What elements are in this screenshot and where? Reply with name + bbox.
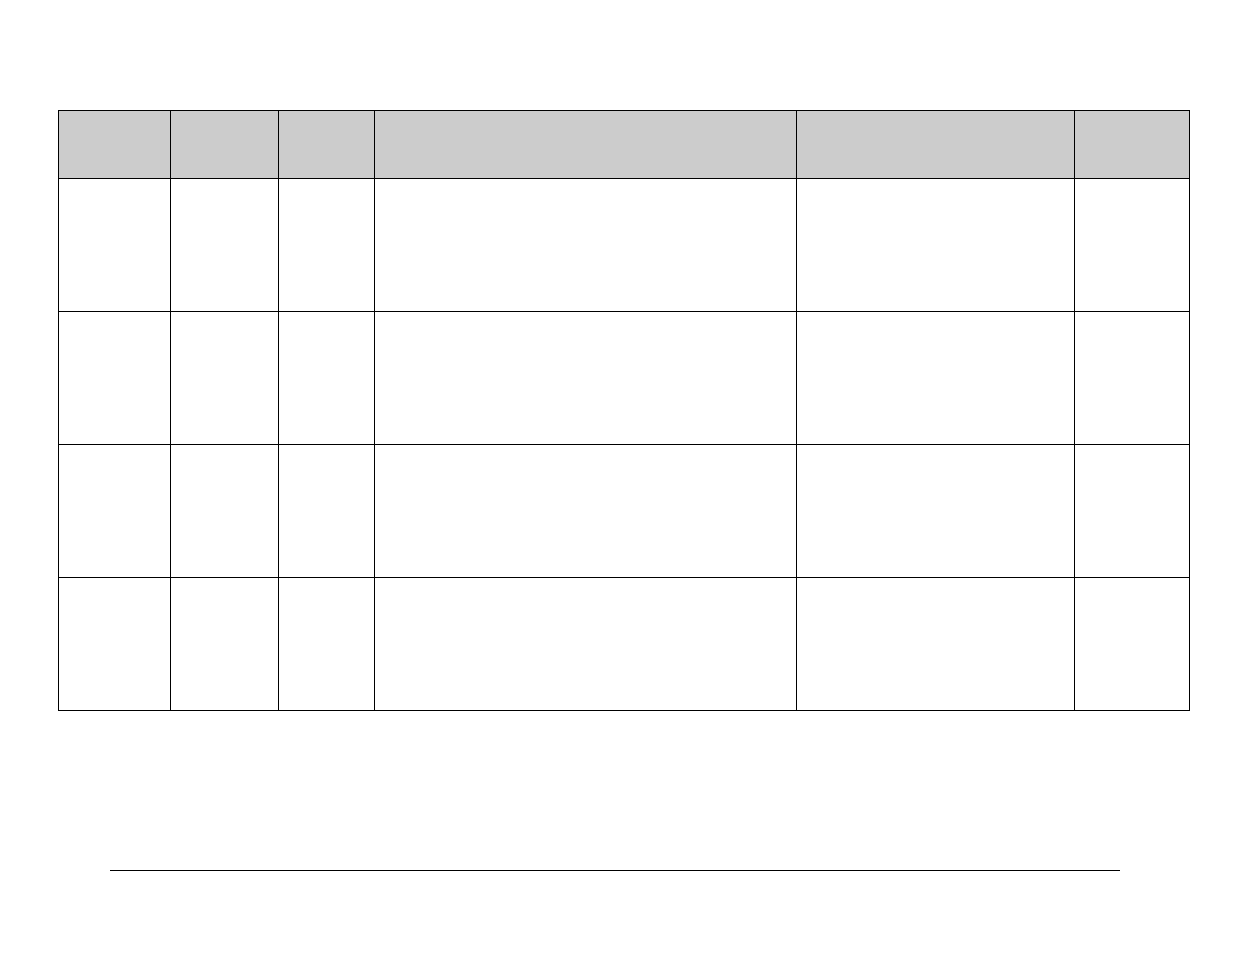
table-header-cell [797,111,1075,179]
table-cell [375,312,797,445]
data-table [58,110,1190,711]
table-cell [1075,179,1190,312]
table-cell [171,445,279,578]
table-cell [59,312,171,445]
table-cell [59,445,171,578]
table-cell [797,179,1075,312]
table-cell [375,578,797,711]
table-cell [375,445,797,578]
table-cell [171,179,279,312]
table-cell [59,578,171,711]
table-cell [1075,312,1190,445]
table-header-row [59,111,1190,179]
table-cell [279,445,375,578]
table-row [59,445,1190,578]
table-header-cell [171,111,279,179]
table-header-cell [59,111,171,179]
table-row [59,179,1190,312]
table-header-cell [375,111,797,179]
table-row [59,312,1190,445]
table-cell [171,312,279,445]
table-cell [279,179,375,312]
table-cell [1075,445,1190,578]
document-page [0,0,1235,954]
table-cell [1075,578,1190,711]
table-cell [797,445,1075,578]
table-header-cell [279,111,375,179]
table-row [59,578,1190,711]
table-cell [59,179,171,312]
table-header-cell [1075,111,1190,179]
table-cell [171,578,279,711]
table-cell [279,312,375,445]
table-cell [279,578,375,711]
table-cell [797,312,1075,445]
footer-divider [110,870,1120,871]
table-cell [797,578,1075,711]
table-cell [375,179,797,312]
